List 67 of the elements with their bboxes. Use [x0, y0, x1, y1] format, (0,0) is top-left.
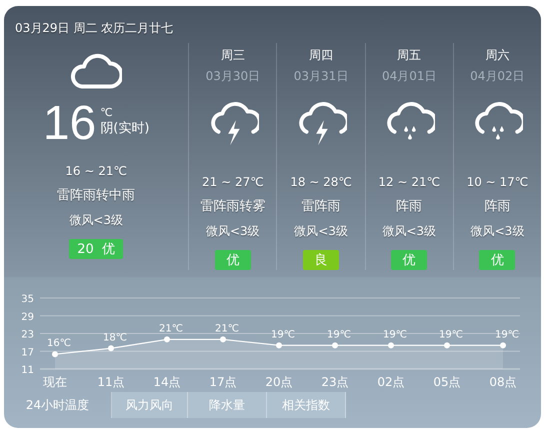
current-temperature: 16	[42, 100, 96, 148]
value-label: 21℃	[215, 323, 239, 334]
weather-description: 阵雨	[396, 198, 422, 215]
x-axis-label: 20点	[265, 375, 293, 389]
x-axis-label: 现在	[43, 375, 67, 389]
y-axis-label: 35	[21, 294, 34, 305]
temperature-range: 10 ~ 17℃	[466, 175, 528, 189]
value-label: 19℃	[439, 329, 463, 340]
temperature-range: 12 ~ 21℃	[378, 175, 440, 189]
chart-tab[interactable]: 降水量	[188, 392, 267, 418]
data-point	[220, 336, 226, 342]
date-label: 03月30日	[206, 68, 260, 85]
day-name: 周三	[220, 47, 245, 64]
data-point	[500, 342, 506, 348]
data-point	[444, 342, 450, 348]
aqi-badge: 优	[391, 250, 428, 270]
value-label: 21℃	[159, 323, 183, 334]
day-name: 周六	[485, 47, 510, 64]
data-point	[108, 345, 114, 352]
day-name: 周五	[397, 47, 422, 64]
data-point	[388, 342, 394, 348]
y-axis-label: 29	[21, 312, 34, 323]
date-label: 03月31日	[294, 68, 348, 85]
weather-description: 阵雨	[484, 198, 510, 215]
day-name: 周四	[309, 47, 334, 64]
aqi-badge: 良	[303, 250, 340, 270]
chart-tab[interactable]: 风力风向	[112, 392, 188, 418]
value-label: 18℃	[103, 332, 127, 344]
x-axis-label: 14点	[153, 375, 181, 389]
y-axis-label: 23	[21, 330, 34, 340]
unit-text: ℃	[100, 106, 114, 119]
data-point	[332, 342, 338, 348]
y-axis-label: 11	[21, 365, 34, 376]
x-axis-label: 17点	[209, 375, 237, 389]
aqi-badge: 优	[479, 250, 516, 270]
value-label: 19℃	[495, 329, 519, 340]
aqi-badge: 优	[214, 250, 251, 270]
value-label: 19℃	[327, 329, 351, 340]
temperature-range: 18 ~ 28℃	[290, 175, 352, 189]
condition-text: 阴(实时)	[100, 120, 150, 137]
wind-text: 微风<3级	[470, 223, 524, 240]
temperature-range: 21 ~ 27℃	[202, 175, 264, 189]
date-text: 03月29日 周二 农历二月廿七	[14, 20, 174, 37]
data-point	[164, 336, 170, 342]
wind-text: 微风<3级	[69, 212, 123, 229]
data-point	[52, 351, 58, 358]
x-axis-label: 08点	[489, 375, 517, 389]
value-label: 16℃	[47, 338, 71, 350]
value-label: 19℃	[271, 329, 295, 340]
wind-text: 微风<3级	[294, 223, 348, 240]
weather-description: 雷阵雨转雾	[200, 198, 266, 215]
data-point	[276, 342, 282, 348]
x-axis-label: 05点	[433, 375, 461, 389]
y-axis-label: 17	[21, 347, 34, 358]
temperature-range: 16 ~ 21℃	[65, 164, 127, 178]
chart-tab[interactable]: 相关指数	[267, 392, 346, 418]
wind-text: 微风<3级	[206, 223, 260, 240]
wind-text: 微风<3级	[382, 223, 436, 240]
x-axis-label: 23点	[321, 375, 349, 389]
date-label: 04月01日	[382, 68, 436, 85]
value-label: 19℃	[383, 329, 407, 340]
x-axis-label: 11点	[97, 375, 125, 389]
x-axis-label: 02点	[377, 375, 405, 389]
weather-description: 雷阵雨	[302, 198, 341, 215]
weather-description: 雷阵雨转中雨	[57, 187, 136, 204]
date-label: 04月02日	[470, 68, 525, 85]
aqi-badge: 20 优	[69, 239, 124, 259]
